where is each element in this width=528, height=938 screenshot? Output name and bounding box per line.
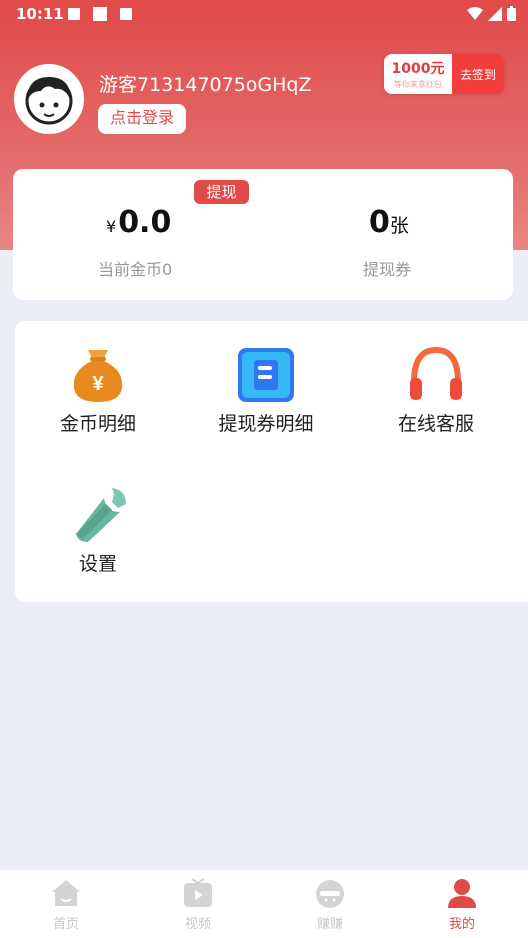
- username: 游客713147075oGHqZ: [99, 74, 312, 96]
- signal-icon: [488, 6, 502, 21]
- coin-amount: 0.0: [118, 205, 172, 240]
- signin-button[interactable]: 去签到: [452, 54, 504, 94]
- status-bar: 10:11: [0, 0, 528, 30]
- menu-item-settings[interactable]: 设置: [23, 484, 173, 576]
- coin-label: 当前金币0: [98, 260, 173, 279]
- signin-reward: 1000元 等你来拿红包: [384, 54, 452, 94]
- ticket-icon: [236, 344, 296, 404]
- login-button[interactable]: 点击登录: [98, 104, 187, 134]
- headphones-icon: [406, 344, 466, 404]
- profile-icon: [446, 877, 478, 909]
- tab-label: 首页: [52, 917, 79, 932]
- ticket-label: 提现券: [363, 260, 412, 279]
- currency-symbol: ¥: [106, 217, 117, 236]
- menu-item-label: 金币明细: [59, 413, 136, 435]
- gallery-notification-icon: [68, 8, 80, 20]
- menu-item-label: 在线客服: [397, 413, 474, 435]
- tab-profile[interactable]: 我的: [396, 870, 528, 938]
- video-icon: [182, 877, 214, 909]
- tab-earn[interactable]: 赚赚: [264, 870, 396, 938]
- wrench-icon: [68, 484, 128, 544]
- home-icon: [50, 877, 82, 909]
- earn-icon: [314, 877, 346, 909]
- ticket-balance[interactable]: 0张: [369, 205, 409, 240]
- wifi-icon: [467, 6, 483, 20]
- app-notification-icon: [120, 8, 132, 20]
- wallet-card: [13, 169, 513, 300]
- svg-text:¥: ¥: [92, 373, 104, 395]
- tab-video[interactable]: 视频: [132, 870, 264, 938]
- avatar[interactable]: [14, 64, 84, 134]
- square-notification-icon: [93, 7, 107, 21]
- bottom-tab-bar: 首页 视频 赚赚 我的: [0, 869, 528, 938]
- menu-item-customer-service[interactable]: 在线客服: [361, 344, 511, 436]
- signin-amount: 1000元: [391, 61, 445, 77]
- battery-icon: [507, 6, 516, 21]
- money-bag-icon: ¥: [68, 344, 128, 404]
- tab-label: 赚赚: [316, 917, 343, 932]
- user-face-icon: [25, 77, 73, 125]
- ticket-unit: 张: [389, 215, 409, 237]
- tab-home[interactable]: 首页: [0, 870, 132, 938]
- menu-item-label: 提现券明细: [218, 413, 314, 435]
- signin-subtitle: 等你来拿红包: [394, 80, 442, 89]
- menu-item-label: 设置: [78, 553, 117, 575]
- coin-balance[interactable]: ¥0.0: [106, 205, 171, 240]
- menu-item-coin-details[interactable]: ¥ 金币明细: [23, 344, 173, 436]
- signin-banner[interactable]: 1000元 等你来拿红包 去签到: [384, 54, 504, 94]
- withdraw-button[interactable]: 提现: [194, 180, 249, 204]
- ticket-amount: 0: [369, 205, 390, 240]
- menu-item-ticket-details[interactable]: 提现券明细: [191, 344, 341, 436]
- tab-label: 视频: [184, 917, 211, 932]
- tab-label: 我的: [448, 917, 475, 932]
- status-time: 10:11: [16, 5, 64, 23]
